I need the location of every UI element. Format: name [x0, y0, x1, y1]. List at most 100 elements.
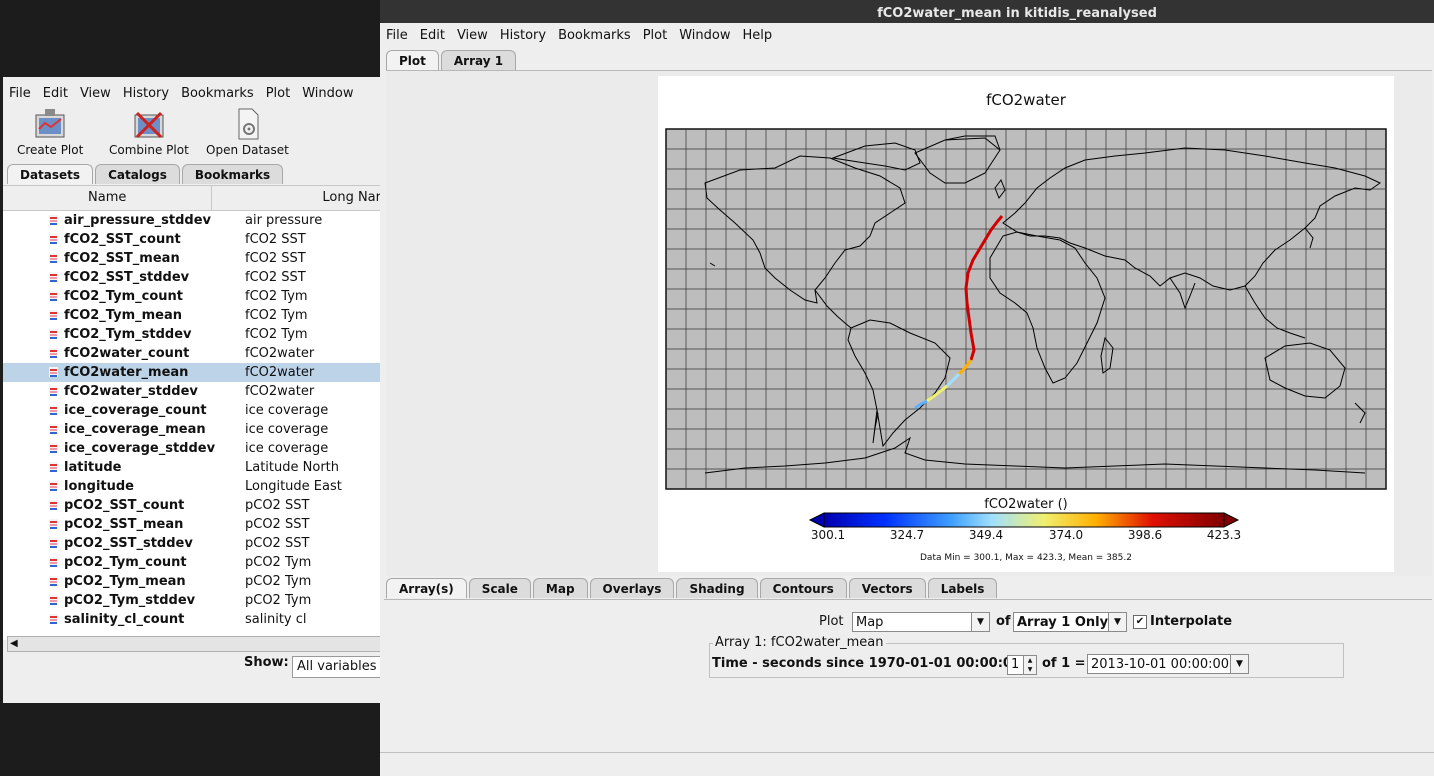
open-dataset-button[interactable]: Open Dataset [206, 107, 289, 157]
chevron-down-icon[interactable]: ▼ [1230, 655, 1248, 673]
combine-plot-button[interactable]: Combine Plot [109, 107, 189, 157]
menu-bookmarks[interactable]: Bookmarks [552, 23, 637, 49]
create-plot-icon [35, 109, 65, 138]
table-row[interactable]: ice_coverage_stddev ice coverage [3, 439, 381, 458]
variable-name-cell: fCO2water_count [3, 344, 241, 363]
menu-history[interactable]: History [494, 23, 552, 49]
table-row[interactable]: ice_coverage_count ice coverage [3, 401, 381, 420]
plot-type-select[interactable]: Map ▼ [852, 612, 990, 632]
dataset-browser-window: File Edit View History Bookmarks Plot Wi… [3, 77, 381, 703]
chevron-down-icon[interactable]: ▼ [971, 613, 989, 631]
menu-plot[interactable]: Plot [637, 23, 674, 49]
variable-long-name: pCO2 SST [245, 498, 310, 513]
menu-edit[interactable]: Edit [37, 81, 74, 107]
toolbar: Create Plot Combine Plot Open Dataset [3, 107, 381, 161]
variable-name: fCO2water_mean [64, 365, 189, 380]
variable-name: fCO2_Tym_stddev [64, 327, 192, 342]
table-row[interactable]: pCO2_Tym_mean pCO2 Tym [3, 572, 381, 591]
menu-view[interactable]: View [74, 81, 117, 107]
data-stats: Data Min = 300.1, Max = 423.3, Mean = 38… [920, 553, 1132, 563]
table-row[interactable]: fCO2_SST_count fCO2 SST [3, 230, 381, 249]
tab-scale[interactable]: Scale [468, 578, 531, 598]
variable-icon [49, 405, 58, 415]
tab-arrays[interactable]: Array(s) [386, 578, 467, 598]
interpolate-checkbox[interactable]: ✔ [1133, 615, 1147, 629]
variable-name: fCO2water_count [64, 346, 190, 361]
table-row[interactable]: fCO2_Tym_count fCO2 Tym [3, 287, 381, 306]
variable-name: ice_coverage_count [64, 403, 207, 418]
tab-map[interactable]: Map [532, 578, 588, 598]
menu-window[interactable]: Window [296, 81, 359, 107]
table-row[interactable]: fCO2_SST_stddev fCO2 SST [3, 268, 381, 287]
time-value-select[interactable]: 2013-10-01 00:00:00 ▼ [1087, 654, 1249, 674]
variable-name: fCO2_Tym_mean [64, 308, 183, 323]
table-row[interactable]: air_pressure_stddev air pressure [3, 211, 381, 230]
tab-labels[interactable]: Labels [927, 578, 998, 598]
tab-plot[interactable]: Plot [386, 50, 439, 70]
variable-name: fCO2_SST_count [64, 232, 181, 247]
menu-view[interactable]: View [451, 23, 494, 49]
colorbar-min-arrow-icon [808, 512, 825, 528]
horizontal-scrollbar[interactable]: ◀ [7, 636, 381, 652]
array-select[interactable]: Array 1 Only ▼ [1013, 612, 1127, 632]
variable-icon [49, 386, 58, 396]
scroll-left-icon[interactable]: ◀ [10, 638, 18, 649]
variable-name: pCO2_SST_count [64, 498, 185, 513]
table-row[interactable]: longitude Longitude East [3, 477, 381, 496]
tab-vectors[interactable]: Vectors [848, 578, 926, 598]
chevron-down-icon[interactable]: ▼ [1108, 613, 1126, 631]
variable-long-name: fCO2water [245, 346, 315, 361]
time-index-spinner[interactable]: 1 ▲ ▼ [1007, 655, 1037, 675]
table-row[interactable]: pCO2_Tym_stddev pCO2 Tym [3, 591, 381, 610]
tab-shading[interactable]: Shading [676, 578, 758, 598]
create-plot-button[interactable]: Create Plot [17, 107, 83, 157]
table-row[interactable]: pCO2_Tym_count pCO2 Tym [3, 553, 381, 572]
variable-name-cell: fCO2_SST_count [3, 230, 241, 249]
menu-history[interactable]: History [117, 81, 175, 107]
menu-edit[interactable]: Edit [414, 23, 451, 49]
menu-file[interactable]: File [380, 23, 414, 49]
variable-long-name: ice coverage [245, 403, 329, 418]
table-row[interactable]: fCO2water_mean fCO2water [3, 363, 381, 382]
menu-window[interactable]: Window [673, 23, 736, 49]
colorbar-title: fCO2water () [984, 497, 1068, 512]
table-row[interactable]: salinity_cl_count salinity cl [3, 610, 381, 629]
table-row[interactable]: fCO2_Tym_mean fCO2 Tym [3, 306, 381, 325]
menu-help[interactable]: Help [736, 23, 778, 49]
tab-array-1[interactable]: Array 1 [440, 50, 517, 70]
spinner-arrows-icon[interactable]: ▲ ▼ [1023, 656, 1036, 674]
bg-tab-strip: Datasets Catalogs Bookmarks [7, 164, 285, 184]
table-row[interactable]: fCO2_SST_mean fCO2 SST [3, 249, 381, 268]
variable-name: fCO2_SST_mean [64, 251, 180, 266]
variable-name-cell: longitude [3, 477, 241, 496]
tab-datasets[interactable]: Datasets [7, 164, 94, 184]
table-row[interactable]: fCO2_Tym_stddev fCO2 Tym [3, 325, 381, 344]
table-row[interactable]: pCO2_SST_count pCO2 SST [3, 496, 381, 515]
table-row[interactable]: fCO2water_stddev fCO2water [3, 382, 381, 401]
variable-icon [49, 291, 58, 301]
table-row[interactable]: pCO2_SST_stddev pCO2 SST [3, 534, 381, 553]
column-header-name[interactable]: Name [3, 186, 213, 210]
tab-catalogs[interactable]: Catalogs [95, 164, 180, 184]
table-row[interactable]: ice_coverage_mean ice coverage [3, 420, 381, 439]
colorbar-tick-label: 398.6 [1127, 528, 1163, 542]
column-header-long-name[interactable]: Long Nar [212, 186, 381, 210]
table-row[interactable]: pCO2_SST_mean pCO2 SST [3, 515, 381, 534]
tab-contours[interactable]: Contours [759, 578, 847, 598]
table-row[interactable]: latitude Latitude North [3, 458, 381, 477]
menu-bookmarks[interactable]: Bookmarks [175, 81, 260, 107]
menu-plot[interactable]: Plot [260, 81, 297, 107]
colorbar-tick-label: 300.1 [810, 528, 846, 542]
variable-name: fCO2_Tym_count [64, 289, 183, 304]
variable-icon [49, 367, 58, 377]
variable-name-cell: ice_coverage_stddev [3, 439, 241, 458]
show-filter-select[interactable]: All variables [292, 656, 381, 678]
colorbar-tick-label: 374.0 [1048, 528, 1084, 542]
table-row[interactable]: fCO2water_count fCO2water [3, 344, 381, 363]
world-map[interactable] [665, 128, 1387, 490]
variable-name-cell: fCO2_Tym_mean [3, 306, 241, 325]
of-label: of [996, 614, 1011, 629]
tab-overlays[interactable]: Overlays [589, 578, 675, 598]
tab-bookmarks[interactable]: Bookmarks [181, 164, 284, 184]
menu-file[interactable]: File [3, 81, 37, 107]
